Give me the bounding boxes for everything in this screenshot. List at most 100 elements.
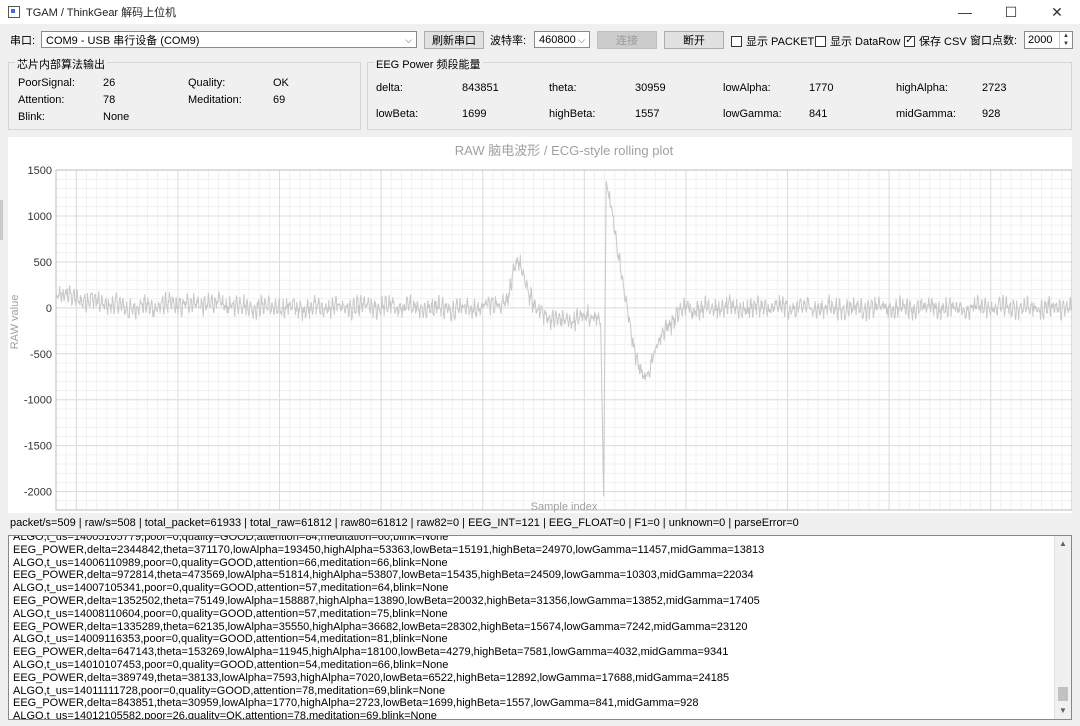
algo-group: 芯片内部算法输出 PoorSignal: 26 Quality: OK Atte… (8, 56, 361, 130)
poor-signal-label: PoorSignal: (18, 77, 75, 89)
chart-title: RAW 脑电波形 / ECG-style rolling plot (455, 143, 674, 158)
low-beta-value: 1699 (462, 108, 487, 120)
y-tick-label: 1500 (28, 165, 52, 177)
toolbar: 串口: COM9 - USB 串行设备 (COM9) ⌵ 刷新串口 波特率: 4… (0, 30, 1080, 52)
y-tick-label: -500 (30, 349, 52, 361)
y-axis-ticks: 1500 1000 500 0 -500 -1000 -1500 -2000 (24, 165, 52, 499)
log-line: ALGO,t_us=14005105779,poor=0,quality=GOO… (13, 535, 449, 543)
y-tick-label: 0 (46, 303, 52, 315)
scroll-down-icon[interactable]: ▼ (1055, 703, 1071, 719)
y-tick-label: 1000 (28, 211, 52, 223)
window-points-label: 窗口点数: (970, 35, 1018, 47)
y-tick-label: -2000 (24, 487, 52, 499)
attention-value: 78 (103, 94, 116, 106)
quality-label: Quality: (188, 77, 226, 89)
log-line: EEG_POWER,delta=389749,theta=38133,lowAl… (13, 671, 730, 684)
high-beta-label: highBeta: (549, 108, 596, 120)
y-tick-label: 500 (34, 257, 52, 269)
show-datarow-label: 显示 DataRow (830, 36, 901, 48)
log-line: EEG_POWER,delta=972814,theta=473569,lowA… (13, 569, 754, 582)
low-beta-label: lowBeta: (376, 108, 419, 120)
theta-value: 30959 (635, 82, 666, 94)
show-datarow-checkbox[interactable]: 显示 DataRow (815, 33, 900, 49)
eeg-power-group-title: EEG Power 频段能量 (374, 56, 483, 72)
window-title: TGAM / ThinkGear 解码上位机 (26, 7, 177, 19)
window-points-spinbox[interactable]: 2000 ▲ ▼ (1024, 31, 1073, 49)
minor-grid (55, 169, 1073, 511)
low-gamma-label: lowGamma: (723, 108, 782, 120)
low-alpha-label: lowAlpha: (723, 82, 771, 94)
log-line: ALGO,t_us=14007105341,poor=0,quality=GOO… (13, 582, 449, 595)
delta-label: delta: (376, 82, 403, 94)
refresh-ports-button[interactable]: 刷新串口 (424, 31, 484, 49)
port-label: 串口: (10, 35, 36, 47)
poor-signal-value: 26 (103, 77, 116, 89)
meditation-value: 69 (273, 94, 286, 106)
chevron-down-icon: ⌵ (405, 35, 412, 45)
eeg-power-group: EEG Power 频段能量 delta: 843851 theta: 3095… (367, 56, 1072, 130)
algo-group-title: 芯片内部算法输出 (15, 56, 107, 72)
log-line: EEG_POWER,delta=1352502,theta=75149,lowA… (13, 594, 760, 607)
high-alpha-value: 2723 (982, 82, 1007, 94)
low-alpha-value: 1770 (809, 82, 834, 94)
mid-gamma-label: midGamma: (896, 108, 956, 120)
theta-label: theta: (549, 82, 577, 94)
baud-label: 波特率: (490, 35, 527, 47)
scroll-up-icon[interactable]: ▲ (1055, 536, 1071, 552)
raw-eeg-chart: 6020060400606006080061000612006140061600… (9, 143, 1073, 526)
attention-label: Attention: (18, 94, 65, 106)
log-line: ALGO,t_us=14008110604,poor=0,quality=GOO… (13, 607, 448, 620)
log-line: ALGO,t_us=14006110989,poor=0,quality=GOO… (13, 556, 448, 569)
port-select-value: COM9 - USB 串行设备 (COM9) (46, 34, 200, 47)
quality-value: OK (273, 77, 289, 89)
window-controls: — ☐ ✕ (942, 0, 1080, 24)
close-button[interactable]: ✕ (1034, 0, 1080, 24)
checkbox-icon (815, 35, 826, 47)
spin-arrows-icon[interactable]: ▲ ▼ (1059, 32, 1072, 48)
checkmark-icon: ✓ (904, 35, 915, 47)
log-scrollbar[interactable]: ▲ ▼ (1054, 536, 1071, 719)
log-line: ALGO,t_us=14012105582,poor=26,quality=OK… (13, 710, 437, 720)
disconnect-button[interactable]: 断开 (664, 31, 724, 49)
save-csv-label: 保存 CSV (919, 36, 967, 48)
window-points-value: 2000 (1028, 34, 1053, 46)
port-select[interactable]: COM9 - USB 串行设备 (COM9) ⌵ (41, 31, 417, 48)
show-packet-checkbox[interactable]: 显示 PACKET (731, 33, 814, 49)
baud-select-value: 460800 (539, 33, 576, 46)
y-axis-label: RAW value (9, 295, 21, 350)
raw-plot-panel: 6020060400606006080061000612006140061600… (8, 137, 1073, 526)
log-line: EEG_POWER,delta=2344842,theta=371170,low… (13, 543, 765, 556)
meditation-label: Meditation: (188, 94, 242, 106)
maximize-button[interactable]: ☐ (988, 0, 1034, 24)
baud-select[interactable]: 460800 ⌵ (534, 31, 590, 48)
blink-value: None (103, 111, 130, 123)
log-line: EEG_POWER,delta=1335289,theta=62135,lowA… (13, 620, 748, 633)
checkbox-icon (731, 35, 742, 47)
log-line: EEG_POWER,delta=647143,theta=153269,lowA… (13, 646, 729, 659)
title-bar: TGAM / ThinkGear 解码上位机 — ☐ ✕ (0, 0, 1080, 24)
delta-value: 843851 (462, 82, 499, 94)
y-tick-label: -1500 (24, 441, 52, 453)
save-csv-checkbox[interactable]: ✓ 保存 CSV (904, 33, 967, 49)
stats-line: packet/s=509 | raw/s=508 | total_packet=… (10, 517, 799, 529)
app-icon (8, 6, 20, 18)
low-gamma-value: 841 (809, 108, 828, 120)
blink-label: Blink: (18, 111, 45, 123)
y-tick-label: -1000 (24, 395, 52, 407)
x-axis-label: Sample index (531, 501, 598, 513)
high-alpha-label: highAlpha: (896, 82, 948, 94)
chevron-down-icon: ⌵ (578, 35, 585, 45)
log-line: ALGO,t_us=14011111728,poor=0,quality=GOO… (13, 684, 446, 697)
log-line: EEG_POWER,delta=843851,theta=30959,lowAl… (13, 697, 699, 710)
window-edge (0, 200, 3, 240)
mid-gamma-value: 928 (982, 108, 1001, 120)
log-line: ALGO,t_us=14010107453,poor=0,quality=GOO… (13, 658, 449, 671)
log-textbox[interactable]: ALGO,t_us=14005105779,poor=0,quality=GOO… (8, 535, 1072, 720)
connect-button[interactable]: 连接 (597, 31, 657, 49)
high-beta-value: 1557 (635, 108, 660, 120)
minimize-button[interactable]: — (942, 0, 988, 24)
log-lines: ALGO,t_us=14005105779,poor=0,quality=GOO… (13, 535, 1053, 720)
log-line: ALGO,t_us=14009116353,poor=0,quality=GOO… (13, 633, 448, 646)
scroll-thumb[interactable] (1058, 687, 1068, 701)
show-packet-label: 显示 PACKET (746, 36, 815, 48)
